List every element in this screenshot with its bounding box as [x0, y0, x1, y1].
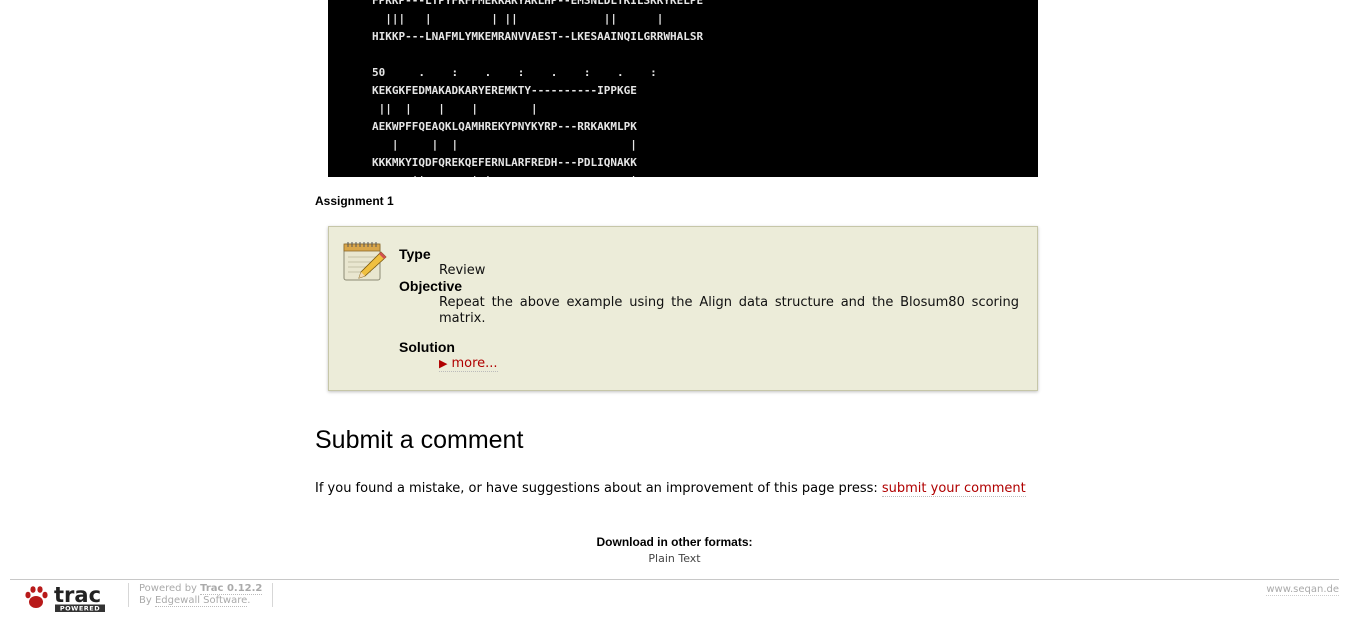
powered-by-text: Powered by Trac 0.12.2 By Edgewall Softw…	[128, 583, 274, 607]
alignment-line: | | | |	[372, 138, 637, 151]
submit-comment-heading: Submit a comment	[315, 426, 524, 454]
seqan-site-link[interactable]: www.seqan.de	[1266, 584, 1339, 596]
edgewall-link[interactable]: Edgewall Software	[154, 595, 248, 607]
paw-icon	[25, 586, 48, 608]
trac-logo-word: trac	[54, 583, 101, 607]
assignment-box: Type Review Objective Repeat the above e…	[328, 226, 1038, 391]
type-label: Type	[399, 246, 431, 262]
alignment-line: HIKKP---LNAFMLYMKEMRANVVAEST--LKESAAINQI…	[372, 30, 704, 43]
expand-triangle-icon: ▶	[439, 357, 448, 370]
more-label: more...	[451, 356, 498, 371]
by-label: By	[139, 595, 155, 606]
solution-label: Solution	[399, 339, 455, 355]
alignment-line: ||| | | || || |	[372, 12, 664, 25]
trac-logo-powered: POWERED	[60, 605, 100, 613]
alignment-text: FPKKP---LTPYFRFFMEKRAKYAKLHP--EMSNLDLTKI…	[328, 0, 1038, 177]
notepad-pencil-icon	[343, 242, 387, 281]
period: .	[247, 595, 251, 606]
objective-label: Objective	[399, 278, 463, 294]
submit-comment-link[interactable]: submit your comment	[881, 481, 1026, 497]
alignment-output: FPKKP---LTPYFRFFMEKRAKYAKLHP--EMSNLDLTKI…	[328, 0, 1038, 177]
submit-comment-paragraph: If you found a mistake, or have suggesti…	[315, 481, 1026, 497]
submit-comment-text: If you found a mistake, or have suggesti…	[315, 481, 882, 496]
alignment-line: KKKMKYIQDFQREKQEFERNLARFREDH---PDLIQNAKK	[372, 156, 637, 169]
trac-logo[interactable]: trac POWERED	[23, 583, 107, 613]
alignment-line	[372, 46, 1038, 64]
download-formats-list: Plain Text	[0, 552, 1349, 565]
solution-more-toggle[interactable]: ▶ more...	[439, 356, 498, 372]
alignment-line: FPKKP---LTPYFRFFMEKRAKYAKLHP--EMSNLDLTKI…	[372, 0, 704, 7]
type-value: Review	[439, 263, 486, 278]
alignment-line: 50 . : . : . : . :	[372, 66, 657, 79]
trac-version-link[interactable]: Trac 0.12.2	[200, 583, 263, 595]
plain-text-link[interactable]: Plain Text	[648, 552, 700, 565]
footer-divider	[10, 579, 1339, 580]
assignment-heading: Assignment 1	[315, 194, 394, 208]
alignment-line: KEKGKFEDMAKADKARYEREMKTY----------IPPKGE	[372, 84, 637, 97]
alignment-line: AEKWPFFQEAQKLQAMHREKYPNYKYRP---RRKAKMLPK	[372, 120, 637, 133]
powered-by-label: Powered by	[139, 583, 201, 594]
objective-value: Repeat the above example using the Align…	[439, 295, 1019, 326]
alignment-line: || | | |	[372, 172, 1038, 177]
alignment-line: || | | | |	[372, 102, 538, 115]
download-formats-title: Download in other formats:	[596, 535, 753, 549]
